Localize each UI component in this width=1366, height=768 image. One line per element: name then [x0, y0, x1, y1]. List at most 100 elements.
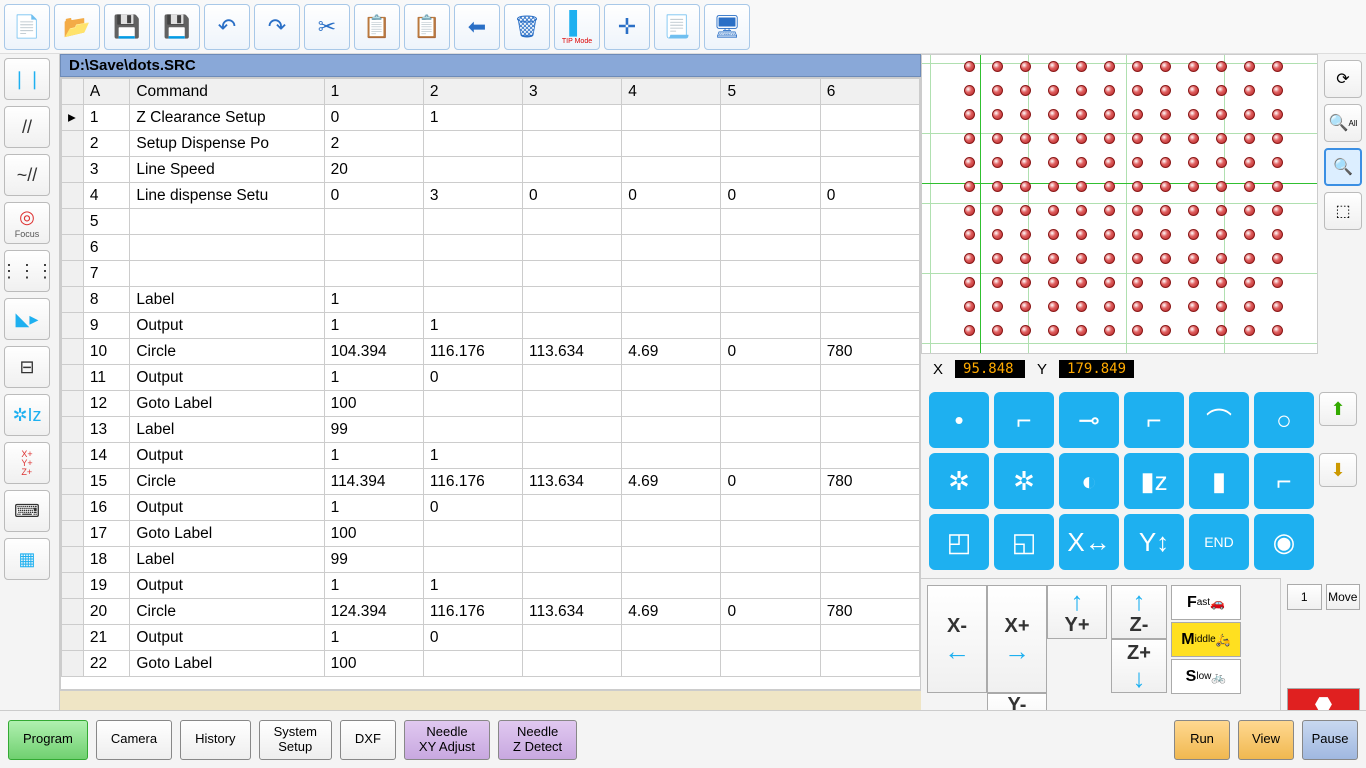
speed-middle[interactable]: Middle🛵	[1171, 622, 1241, 657]
arc-cmd[interactable]: ⌒	[1189, 392, 1249, 448]
select-cmd[interactable]: ◰	[929, 514, 989, 570]
run-button[interactable]: Run	[1174, 720, 1230, 760]
table-row[interactable]: 5	[62, 209, 920, 235]
lines-vert-tool[interactable]: ❘❘	[4, 58, 50, 100]
table-row[interactable]: 2Setup Dispense Po2	[62, 131, 920, 157]
move-button[interactable]: Move	[1326, 584, 1361, 610]
tip-mode-button[interactable]: ▌TIP Mode	[554, 4, 600, 50]
needle-z-button[interactable]: NeedleZ Detect	[498, 720, 577, 760]
line-start-cmd[interactable]: ⌐	[994, 392, 1054, 448]
table-row[interactable]: 18Label99	[62, 547, 920, 573]
system-setup-button[interactable]: SystemSetup	[259, 720, 332, 760]
end-cmd[interactable]: END	[1189, 514, 1249, 570]
table-row[interactable]: 7	[62, 261, 920, 287]
table-row[interactable]: 8Label1	[62, 287, 920, 313]
copy-shape-cmd[interactable]: ◱	[994, 514, 1054, 570]
open-button[interactable]: 📂	[54, 4, 100, 50]
preview-canvas[interactable]	[921, 54, 1318, 354]
col-header[interactable]: 5	[721, 79, 820, 105]
scroll-down[interactable]: ⬇	[1319, 453, 1357, 487]
copy-button[interactable]: 📋	[354, 4, 400, 50]
col-header[interactable]: 4	[622, 79, 721, 105]
table-row[interactable]: ▸1Z Clearance Setup01	[62, 105, 920, 131]
needle-cfg-cmd[interactable]: ✲	[994, 453, 1054, 509]
history-button[interactable]: History	[180, 720, 250, 760]
y-mirror-cmd[interactable]: Y↕	[1124, 514, 1184, 570]
new-button[interactable]: 📄	[4, 4, 50, 50]
program-table[interactable]: ACommand123456▸1Z Clearance Setup012Setu…	[60, 77, 921, 690]
circle-cmd[interactable]: ○	[1254, 392, 1314, 448]
zoom-window-button[interactable]: 🔍	[1324, 148, 1362, 186]
target-button[interactable]: ✛	[604, 4, 650, 50]
zoom-all-button[interactable]: 🔍All	[1324, 104, 1362, 142]
tree-tool[interactable]: ⊟	[4, 346, 50, 388]
line-end-cmd[interactable]: ⌐	[1124, 392, 1184, 448]
table-row[interactable]: 14Output11	[62, 443, 920, 469]
rect-select-button[interactable]: ⬚	[1324, 192, 1362, 230]
stop-button[interactable]: ⬣	[1287, 688, 1360, 710]
move-step[interactable]: 1	[1287, 584, 1322, 610]
jog-y-plus[interactable]: ↑Y+	[1047, 585, 1107, 639]
refresh-button[interactable]: ⟳	[1324, 60, 1362, 98]
table-row[interactable]: 16Output10	[62, 495, 920, 521]
needle-xy-button[interactable]: NeedleXY Adjust	[404, 720, 490, 760]
col-header[interactable]: 3	[523, 79, 622, 105]
dxf-button[interactable]: DXF	[340, 720, 396, 760]
dot-matrix-tool[interactable]: ⋮⋮⋮	[4, 250, 50, 292]
col-header[interactable]: 1	[324, 79, 423, 105]
delete-button[interactable]: 🗑	[504, 4, 550, 50]
jog-y-minus[interactable]: Y-↓	[987, 693, 1047, 710]
redo-button[interactable]: ↷	[254, 4, 300, 50]
table-row[interactable]: 6	[62, 235, 920, 261]
undo-button[interactable]: ↶	[204, 4, 250, 50]
speed-slow[interactable]: Slow 🚲	[1171, 659, 1241, 694]
gauge-cmd[interactable]: ◐	[1059, 453, 1119, 509]
table-row[interactable]: 20Circle124.394116.176113.6344.690780	[62, 599, 920, 625]
insert-button[interactable]: ⬅	[454, 4, 500, 50]
table-row[interactable]: 22Goto Label100	[62, 651, 920, 677]
keyboard-tool[interactable]: ⌨	[4, 490, 50, 532]
table-row[interactable]: 11Output10	[62, 365, 920, 391]
col-header[interactable]: A	[83, 79, 129, 105]
lines-wave-tool[interactable]: ~//	[4, 154, 50, 196]
dispense-cfg-cmd[interactable]: ✲	[929, 453, 989, 509]
table-row[interactable]: 10Circle104.394116.176113.6344.690780	[62, 339, 920, 365]
jog-z-minus[interactable]: ↑Z-	[1111, 585, 1167, 639]
table-row[interactable]: 3Line Speed20	[62, 157, 920, 183]
cut-button[interactable]: ✂	[304, 4, 350, 50]
speed-fast[interactable]: Fast 🚗	[1171, 585, 1241, 620]
save-button[interactable]: 💾	[104, 4, 150, 50]
view-button[interactable]: View	[1238, 720, 1294, 760]
table-row[interactable]: 21Output10	[62, 625, 920, 651]
table-row[interactable]: 17Goto Label100	[62, 521, 920, 547]
z-height-cmd[interactable]: ▮z	[1124, 453, 1184, 509]
save-edit-button[interactable]: 💾	[154, 4, 200, 50]
program-button[interactable]: Program	[8, 720, 88, 760]
table-row[interactable]: 4Line dispense Setu030000	[62, 183, 920, 209]
focus-tool[interactable]: ◎Focus	[4, 202, 50, 244]
needle-park-cmd[interactable]: ⌐	[1254, 453, 1314, 509]
table-row[interactable]: 9Output11	[62, 313, 920, 339]
jog-z-plus[interactable]: Z+↓	[1111, 639, 1167, 693]
col-header[interactable]: Command	[130, 79, 324, 105]
z-detect-cmd[interactable]: ▮	[1189, 453, 1249, 509]
line-mid-cmd[interactable]: ⊸	[1059, 392, 1119, 448]
camera-button[interactable]: Camera	[96, 720, 172, 760]
table-row[interactable]: 19Output11	[62, 573, 920, 599]
scroll-up[interactable]: ⬆	[1319, 392, 1357, 426]
x-mirror-cmd[interactable]: X↔	[1059, 514, 1119, 570]
table-row[interactable]: 12Goto Label100	[62, 391, 920, 417]
table-row[interactable]: 13Label99	[62, 417, 920, 443]
calc-tool[interactable]: ▦	[4, 538, 50, 580]
dot-cmd[interactable]: •	[929, 392, 989, 448]
col-header[interactable]: 6	[820, 79, 919, 105]
pause-button[interactable]: Pause	[1302, 720, 1358, 760]
col-header[interactable]: 2	[423, 79, 522, 105]
jog-x-plus[interactable]: X+→	[987, 585, 1047, 693]
list-button[interactable]: 📃	[654, 4, 700, 50]
xyz-adjust-tool[interactable]: X+ Y+ Z+	[4, 442, 50, 484]
spiral-cmd[interactable]: ◉	[1254, 514, 1314, 570]
lines-para-tool[interactable]: //	[4, 106, 50, 148]
table-row[interactable]: 15Circle114.394116.176113.6344.690780	[62, 469, 920, 495]
jog-x-minus[interactable]: X-←	[927, 585, 987, 693]
